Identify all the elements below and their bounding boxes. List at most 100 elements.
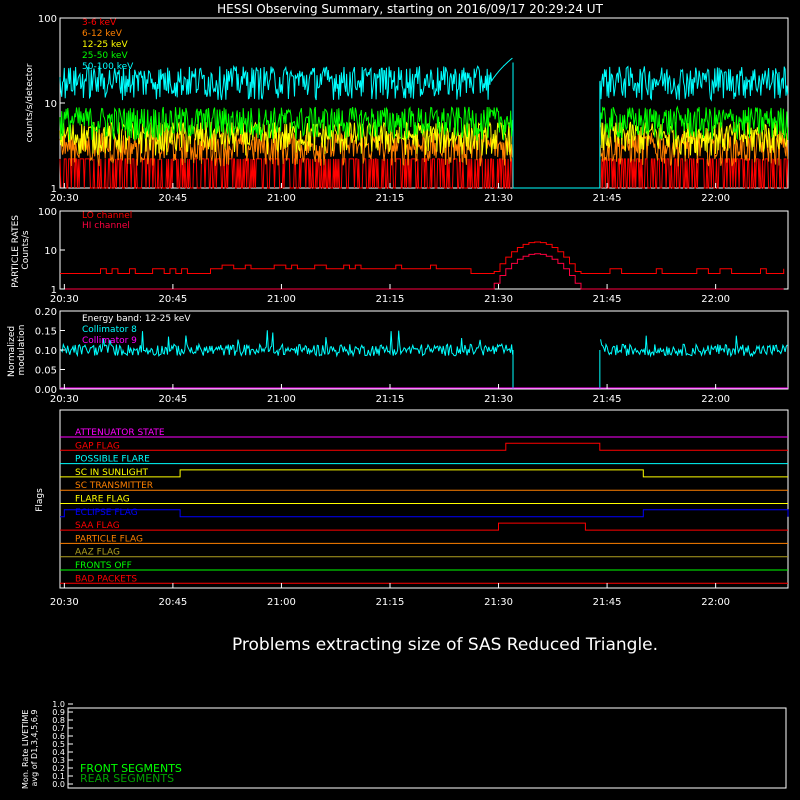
modulation-data [59, 330, 788, 389]
modulation-ylabel-line1: Normalized [7, 326, 17, 377]
modulation-ytick-label-1: 0.05 [35, 366, 57, 377]
livetime-ytick-label-3: 0.3 [52, 756, 65, 765]
flag-label-1: GAP FLAG [75, 441, 120, 451]
livetime-ytick-label-6: 0.6 [52, 732, 65, 741]
time-tick-label-0-6: 22:00 [701, 193, 730, 204]
time-tick-label-2-0: 20:30 [50, 394, 79, 405]
modulation-ylabel: Normalized modulation [7, 323, 27, 377]
time-tick-label-3-4: 21:30 [484, 597, 513, 608]
flag-label-2: POSSIBLE FLARE [75, 455, 150, 465]
time-tick-label-2-4: 21:30 [484, 394, 513, 405]
counts-legend-2: 12-25 keV [82, 40, 128, 50]
counts-panel: counts/s/detector 3-6 keV6-12 keV12-25 k… [25, 14, 789, 195]
livetime-ytick-label-9: 0.9 [52, 708, 65, 717]
modulation-ylabel-line2: modulation [17, 325, 27, 376]
livetime-ytick-label-10: 1.0 [52, 700, 65, 709]
livetime-ytick-label-8: 0.8 [52, 716, 65, 725]
modulation-ytick-label-4: 0.20 [35, 307, 57, 318]
particle-panel: PARTICLE RATES Counts/s LO channelHI cha… [11, 207, 789, 296]
time-tick-label-0-2: 21:00 [267, 193, 296, 204]
modulation-gap-line [512, 350, 601, 389]
modulation-legend: Collimator 8Collimator 9 [82, 325, 137, 346]
modulation-ytick-label-3: 0.15 [35, 327, 57, 338]
time-tick-label-1-3: 21:15 [376, 294, 405, 305]
livetime-yticks: 0.00.10.20.30.40.50.60.70.80.91.0 [52, 700, 73, 789]
livetime-ylabel-line1: Mon. Rate LIVETIME [21, 710, 30, 789]
counts-legend-3: 25-50 keV [82, 51, 128, 61]
time-tick-label-0-3: 21:15 [376, 193, 405, 204]
counts-legend-4: 50-100 keV [82, 62, 134, 72]
time-tick-label-1-1: 20:45 [158, 294, 187, 305]
particle-ylabel: PARTICLE RATES Counts/s [11, 212, 31, 288]
particle-ylabel-line2: Counts/s [21, 230, 31, 269]
particle-series-0 [60, 241, 785, 274]
flag-label-9: AAZ FLAG [75, 548, 120, 558]
counts-legend-1: 6-12 keV [82, 29, 123, 39]
livetime-ylabel-line2: avg of D1,3,4,5,6,9 [30, 710, 39, 787]
time-tick-label-1-4: 21:30 [484, 294, 513, 305]
time-tick-label-2-3: 21:15 [376, 394, 405, 405]
time-tick-label-1-2: 21:00 [267, 294, 296, 305]
particle-ytick-label-2: 100 [38, 207, 57, 218]
flag-line-1 [60, 442, 788, 451]
particle-series-1 [60, 253, 784, 290]
particle-panel-frame [59, 210, 789, 290]
counts-data [59, 57, 789, 189]
counts-ytick-label-2: 100 [38, 14, 57, 25]
livetime-ytick-label-1: 0.1 [52, 772, 65, 781]
particle-ytick-label-1: 10 [44, 246, 57, 257]
rear-segments-label: REAR SEGMENTS [80, 772, 174, 785]
flag-line-7 [60, 522, 788, 531]
time-tick-label-3-6: 22:00 [701, 597, 730, 608]
livetime-ytick-label-0: 0.0 [52, 780, 65, 789]
time-tick-label-1-0: 20:30 [50, 294, 79, 305]
time-tick-label-3-1: 20:45 [158, 597, 187, 608]
flag-label-3: SC IN SUNLIGHT [75, 468, 149, 478]
particle-legend-1: HI channel [82, 221, 130, 231]
particle-data [60, 241, 785, 290]
counts-ylabel: counts/s/detector [25, 63, 35, 142]
time-tick-label-3-2: 21:00 [267, 597, 296, 608]
time-tick-label-3-0: 20:30 [50, 597, 79, 608]
flags-panel: Flags ATTENUATOR STATE GAP FLAG POSSIBLE F… [35, 409, 789, 589]
counts-yticks: 110100 [38, 14, 65, 195]
time-tick-label-2-2: 21:00 [267, 394, 296, 405]
time-tick-label-2-6: 22:00 [701, 394, 730, 405]
livetime-panel: Mon. Rate LIVETIME avg of D1,3,4,5,6,9 0… [21, 700, 787, 789]
time-tick-label-1-6: 22:00 [701, 294, 730, 305]
time-tick-label-0-5: 21:45 [593, 193, 622, 204]
time-tick-label-2-5: 21:45 [593, 394, 622, 405]
time-tick-label-3-3: 21:15 [376, 597, 405, 608]
modulation-ytick-label-2: 0.10 [35, 346, 57, 357]
flag-label-10: FRONTS OFF [75, 561, 132, 571]
livetime-ytick-label-5: 0.5 [52, 740, 65, 749]
livetime-ytick-label-2: 0.2 [52, 764, 65, 773]
counts-legend-0: 3-6 keV [82, 18, 117, 28]
livetime-ytick-label-7: 0.7 [52, 724, 65, 733]
particle-yticks: 110100 [38, 207, 65, 296]
modulation-series-0 [59, 330, 788, 358]
energy-band-annotation: Energy band: 12-25 keV [82, 314, 191, 324]
time-axes: 20:30 20:45 21:00 21:15 21:30 21:45 22:00 20:30… [50, 183, 730, 608]
flag-label-0: ATTENUATOR STATE [75, 428, 165, 438]
flag-line-6 [60, 509, 789, 518]
time-tick-label-3-5: 21:45 [593, 597, 622, 608]
time-tick-label-0-0: 20:30 [50, 193, 79, 204]
flag-line-3 [60, 469, 788, 478]
flag-label-4: SC TRANSMITTER [75, 481, 153, 491]
particle-ylabel-line1: PARTICLE RATES [11, 215, 21, 288]
time-tick-label-0-1: 20:45 [158, 193, 187, 204]
flags-data: ATTENUATOR STATE GAP FLAG POSSIBLE FLARE SC… [60, 428, 789, 584]
flag-label-5: FLARE FLAG [75, 495, 130, 505]
time-tick-label-1-5: 21:45 [593, 294, 622, 305]
flag-label-11: BAD PACKETS [75, 574, 137, 584]
time-tick-label-2-1: 20:45 [158, 394, 187, 405]
flags-ylabel: Flags [35, 488, 45, 512]
flag-label-7: SAA FLAG [75, 521, 120, 531]
counts-ytick-label-1: 10 [44, 99, 57, 110]
sas-message: Problems extracting size of SAS Reduced … [232, 635, 658, 655]
flag-label-8: PARTICLE FLAG [75, 534, 143, 544]
livetime-panel-frame [67, 707, 787, 789]
counts-series-4 [59, 57, 789, 102]
figure-title: HESSI Observing Summary, starting on 201… [217, 2, 603, 16]
